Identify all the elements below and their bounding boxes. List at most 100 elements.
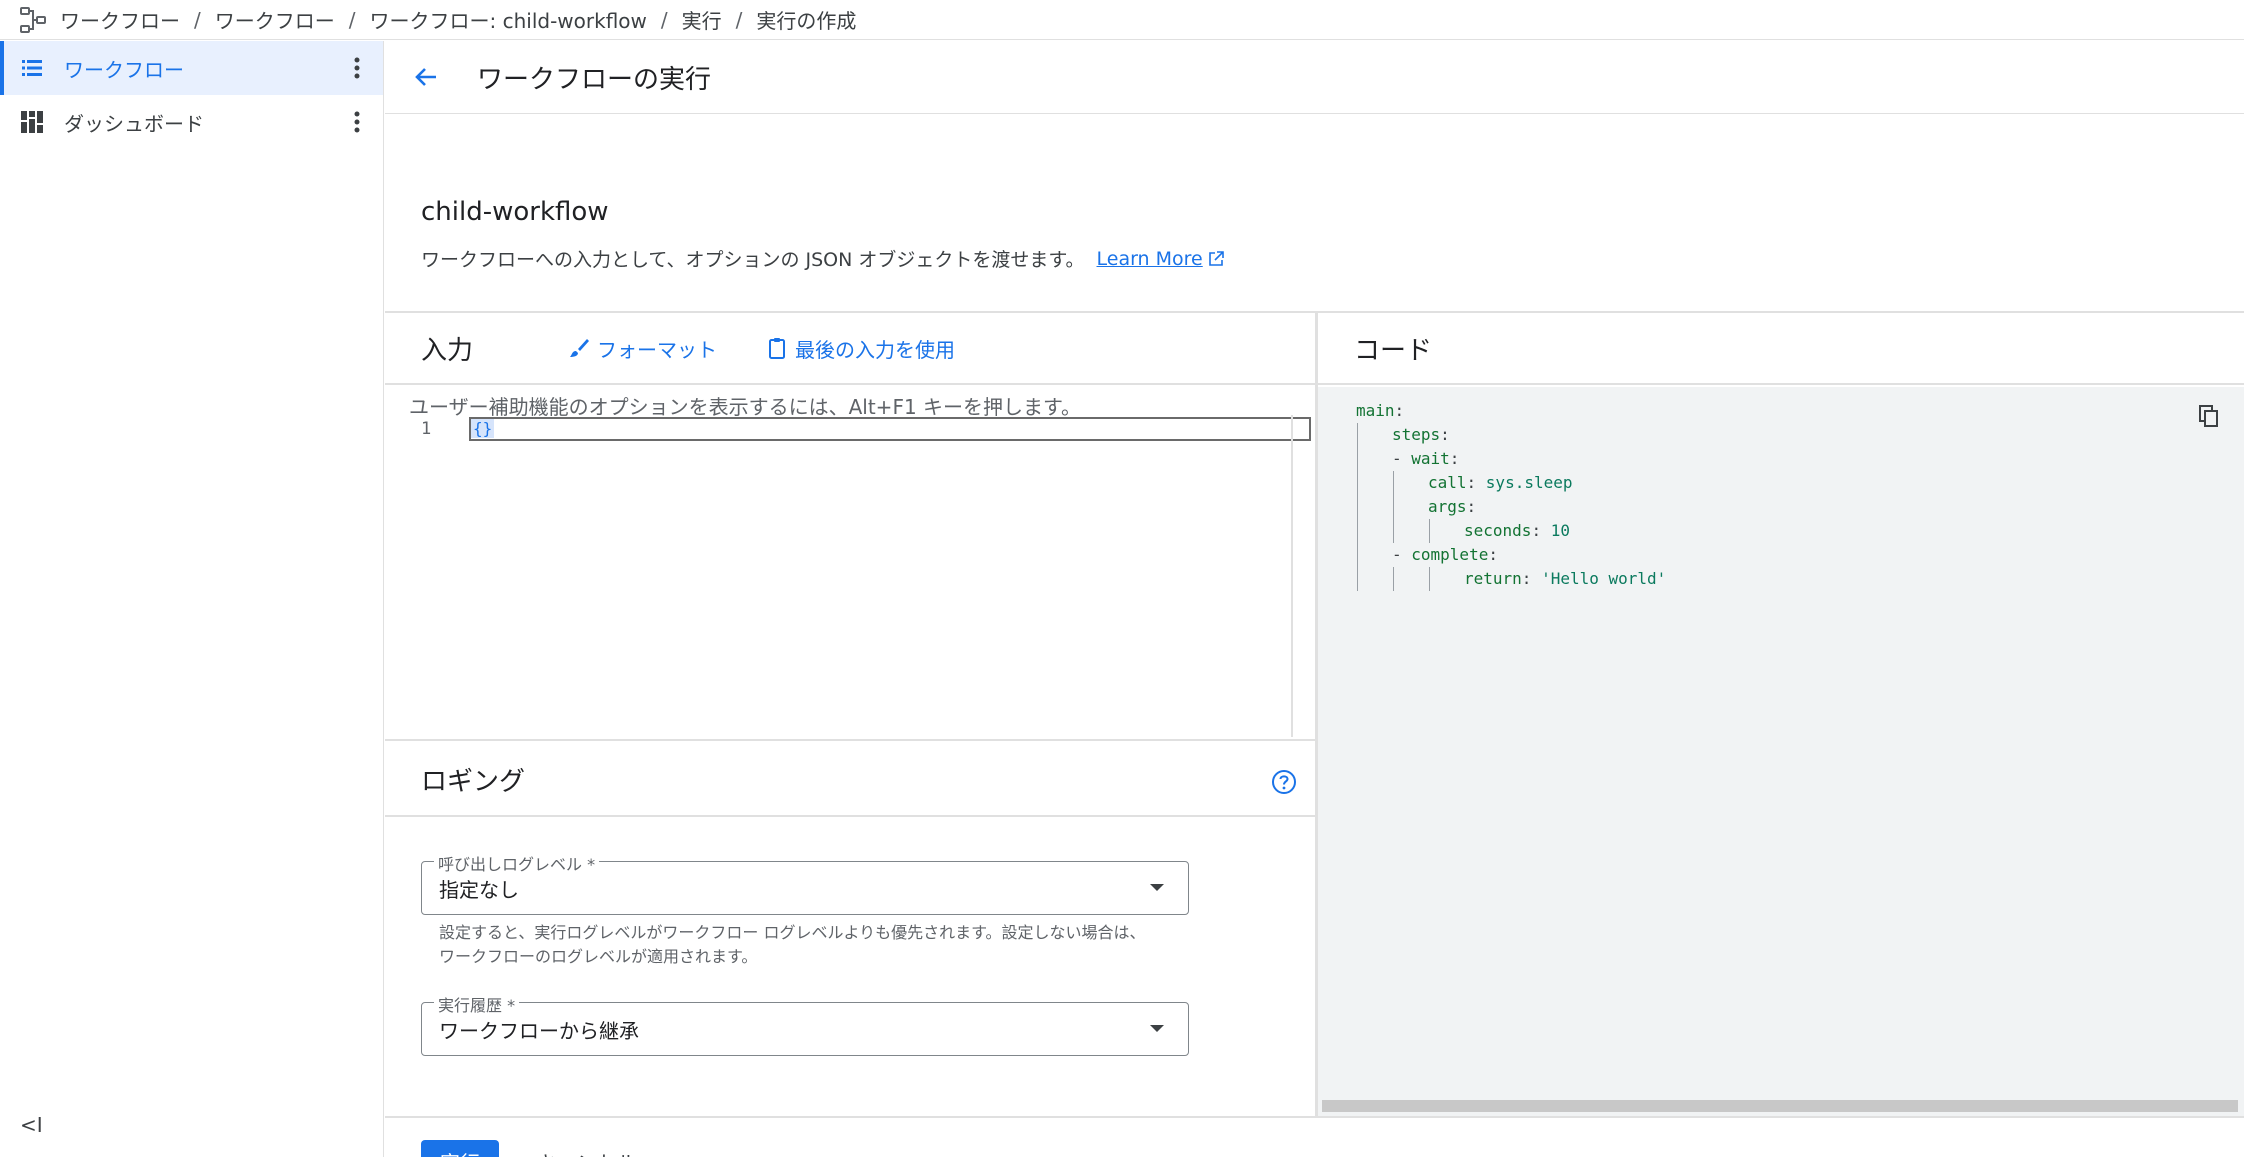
input-panel: 入力 フォーマット 最後の入力を使用 ユーザー補助機能のオプションを表示するには… — [385, 313, 1315, 739]
breadcrumb-item-workflows-list[interactable]: ワークフロー — [215, 5, 335, 34]
sidebar: ワークフロー ダッシュボード <I — [0, 41, 384, 1157]
code-separator: : — [1440, 425, 1450, 444]
call-log-level-value: 指定なし — [439, 878, 519, 902]
code-line-content: return: 'Hello world' — [1464, 567, 1666, 591]
execution-history-value: ワークフローから継承 — [439, 1019, 639, 1043]
footer-actions: 実行 キャンセル — [385, 1116, 2244, 1157]
editor-scrollbar[interactable] — [1291, 415, 1293, 737]
code-key: steps — [1392, 425, 1441, 444]
code-dash: - — [1392, 545, 1412, 564]
code-key: main — [1356, 401, 1395, 420]
code-line-content: call: sys.sleep — [1428, 471, 1573, 495]
workflow-info: child-workflow ワークフローへの入力として、オプションの JSON… — [385, 115, 2244, 311]
indent-guide — [1357, 495, 1358, 519]
code-horizontal-scrollbar[interactable] — [1322, 1100, 2238, 1112]
call-log-level-hint: 設定すると、実行ログレベルがワークフロー ログレベルよりも優先されます。設定しな… — [439, 923, 1146, 966]
code-dash: - — [1392, 449, 1412, 468]
breadcrumb-item-create-execution: 実行の作成 — [756, 9, 857, 33]
code-separator: : — [1466, 497, 1477, 516]
call-log-level-label: 呼び出しログレベル * — [434, 851, 600, 875]
code-separator: : — [1394, 401, 1405, 420]
cancel-button[interactable]: キャンセル — [529, 1140, 645, 1157]
clipboard-icon — [769, 338, 786, 359]
code-value: 'Hello world' — [1541, 569, 1667, 588]
breadcrumb-separator: / — [348, 7, 356, 32]
code-key: wait — [1411, 449, 1450, 468]
dropdown-arrow-icon — [1150, 1025, 1164, 1032]
code-value: 10 — [1550, 521, 1570, 540]
execution-history-label: 実行履歴 * — [434, 992, 520, 1016]
code-line-content: steps: — [1392, 423, 1450, 447]
indent-guide — [1357, 447, 1358, 471]
input-panel-header: 入力 フォーマット 最後の入力を使用 — [385, 313, 1315, 385]
current-line[interactable]: {} — [469, 417, 1311, 441]
more-vert-icon[interactable] — [343, 54, 371, 82]
breadcrumb-item-workflows[interactable]: ワークフロー — [60, 5, 180, 34]
dashboard-icon — [21, 111, 43, 133]
indent-guide — [1357, 519, 1358, 543]
indent-guide — [1393, 495, 1394, 519]
breadcrumb: ワークフロー / ワークフロー / ワークフロー: child-workflow… — [60, 5, 856, 34]
code-separator: : — [1531, 521, 1551, 540]
copy-icon[interactable] — [2196, 403, 2222, 429]
format-button[interactable]: フォーマット — [567, 334, 717, 363]
code-panel: コード main: steps: - wait: call: sys.sleep arg… — [1318, 313, 2244, 1116]
main-content: ワークフローの実行 child-workflow ワークフローへの入力として、オ… — [385, 41, 2244, 1157]
sidebar-item-workflows[interactable]: ワークフロー — [0, 41, 383, 95]
more-vert-icon[interactable] — [343, 108, 371, 136]
help-icon[interactable] — [1271, 769, 1297, 795]
accessibility-hint: ユーザー補助機能のオプションを表示するには、Alt+F1 キーを押します。 — [409, 395, 1082, 419]
indent-guide — [1429, 519, 1430, 543]
call-log-level-select[interactable]: 呼び出しログレベル * 指定なし — [421, 851, 1189, 915]
use-last-input-label: 最後の入力を使用 — [795, 337, 956, 362]
open-in-new-icon — [1208, 250, 1224, 266]
description-text: ワークフローへの入力として、オプションの JSON オブジェクトを渡せます。 — [421, 249, 1085, 271]
breadcrumb-item-workflow-detail[interactable]: ワークフロー: child-workflow — [370, 5, 647, 34]
workflow-description: ワークフローへの入力として、オプションの JSON オブジェクトを渡せます。 L… — [421, 245, 1225, 272]
indent-guide — [1393, 471, 1394, 495]
breadcrumb-separator: / — [194, 7, 201, 32]
indent-guide — [1393, 519, 1394, 543]
execution-history-select[interactable]: 実行履歴 * ワークフローから継承 — [421, 992, 1189, 1056]
sidebar-item-label: ダッシュボード — [64, 111, 204, 136]
page-header: ワークフローの実行 — [385, 41, 2244, 114]
code-line-content: - complete: — [1392, 543, 1498, 567]
logging-header: ロギング — [385, 741, 1315, 817]
arrow-back-icon[interactable] — [411, 62, 441, 92]
collapse-sidebar-button[interactable]: <I — [20, 1113, 43, 1137]
code-value: sys.sleep — [1485, 473, 1573, 492]
workflows-logo-icon — [20, 6, 46, 33]
indent-guide — [1429, 567, 1430, 591]
page-title: ワークフローの実行 — [477, 64, 712, 95]
code-line-content: seconds: 10 — [1464, 519, 1570, 543]
indent-guide — [1357, 423, 1358, 447]
code-viewer: main: steps: - wait: call: sys.sleep args: se… — [1318, 387, 2244, 1116]
sidebar-item-dashboard[interactable]: ダッシュボード — [0, 95, 383, 149]
line-number: 1 — [421, 419, 432, 439]
code-key: complete — [1411, 545, 1489, 564]
code-separator: : — [1521, 569, 1542, 588]
breadcrumb-separator: / — [735, 7, 743, 32]
code-key: call — [1428, 473, 1467, 492]
workflow-name: child-workflow — [421, 197, 609, 227]
code-separator: : — [1466, 473, 1486, 492]
sidebar-item-label: ワークフロー — [64, 57, 184, 82]
json-input-editor[interactable]: ユーザー補助機能のオプションを表示するには、Alt+F1 キーを押します。 1 … — [385, 387, 1315, 739]
indent-guide — [1357, 567, 1358, 591]
input-panel-title: 入力 — [421, 335, 474, 366]
brush-icon — [570, 339, 590, 357]
format-label: フォーマット — [597, 337, 718, 362]
indent-guide — [1393, 567, 1394, 591]
list-icon — [22, 60, 42, 76]
use-last-input-button[interactable]: 最後の入力を使用 — [765, 334, 955, 363]
code-separator: : — [1449, 449, 1460, 468]
code-line-content: - wait: — [1392, 447, 1459, 471]
logging-section: ロギング 呼び出しログレベル * 指定なし 設定すると、実行ログレベルがワークフ… — [385, 739, 1315, 1116]
run-button[interactable]: 実行 — [421, 1140, 499, 1157]
code-panel-title: コード — [1354, 335, 1433, 366]
learn-more-link[interactable]: Learn More — [1097, 248, 1203, 270]
code-line-content: args: — [1428, 495, 1476, 519]
input-value[interactable]: {} — [471, 419, 495, 438]
code-key: return — [1464, 569, 1522, 588]
breadcrumb-item-executions[interactable]: 実行 — [682, 5, 722, 34]
